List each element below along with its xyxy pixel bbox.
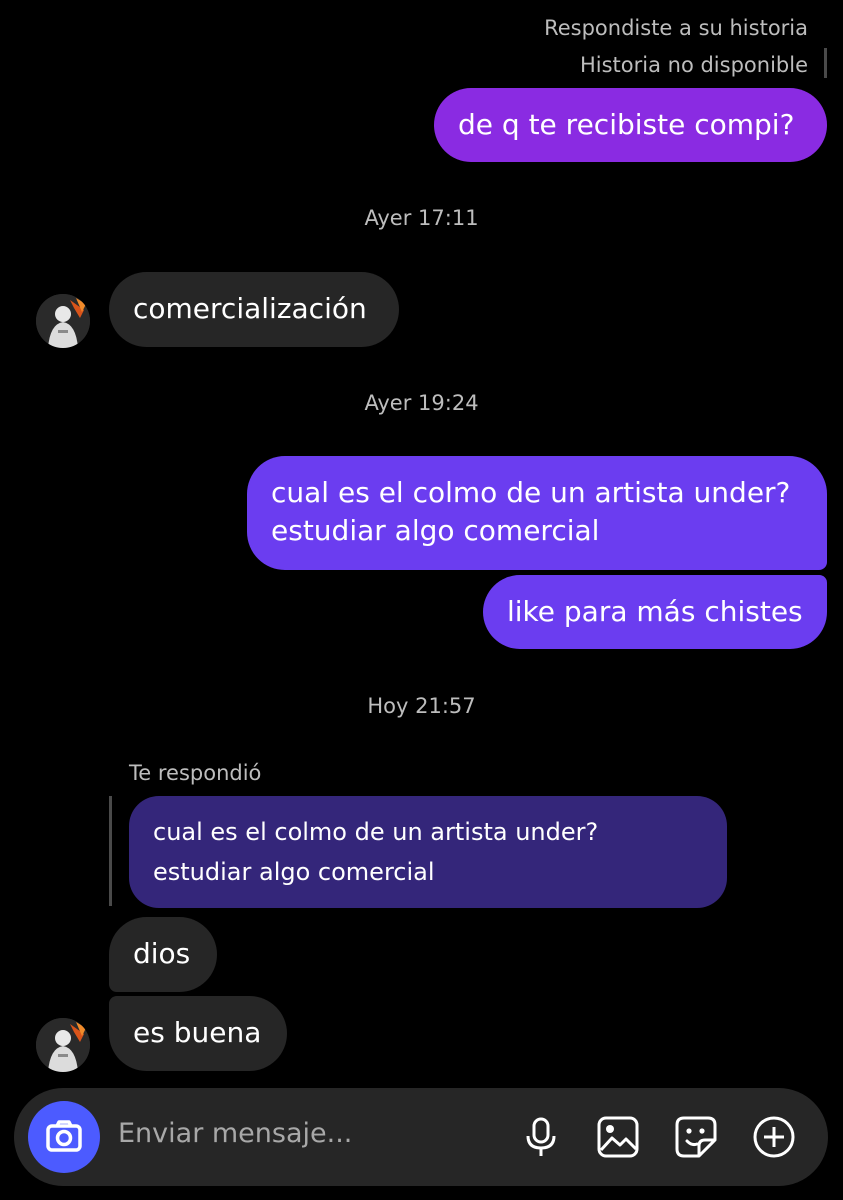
avatar-image: [36, 294, 90, 348]
camera-button[interactable]: [28, 1101, 100, 1173]
quoted-text-line: estudiar algo comercial: [153, 858, 435, 886]
sticker-icon: [675, 1116, 717, 1158]
microphone-button[interactable]: [518, 1114, 564, 1160]
message-text-line: cual es el colmo de un artista under?: [271, 476, 791, 509]
microphone-icon: [526, 1117, 556, 1156]
quoted-text-line: cual es el colmo de un artista under?: [153, 818, 599, 846]
timestamp: Hoy 21:57: [367, 694, 476, 718]
message-incoming[interactable]: es buena: [109, 996, 287, 1071]
story-reply-bar: [824, 48, 827, 78]
message-text: like para más chistes: [507, 595, 803, 628]
avatar-image: [36, 1018, 90, 1072]
sticker-button[interactable]: [673, 1114, 719, 1160]
avatar[interactable]: [36, 294, 90, 348]
camera-icon: [46, 1120, 82, 1152]
message-text-line: estudiar algo comercial: [271, 514, 600, 547]
message-input[interactable]: Enviar mensaje...: [118, 1118, 352, 1149]
quoted-message[interactable]: cual es el colmo de un artista under? es…: [129, 796, 727, 908]
message-incoming[interactable]: dios: [109, 917, 217, 992]
message-outgoing[interactable]: like para más chistes: [483, 575, 827, 649]
story-unavailable-label[interactable]: Historia no disponible: [580, 53, 808, 77]
gallery-button[interactable]: [595, 1114, 641, 1160]
story-reply-label: Respondiste a su historia: [544, 16, 808, 40]
message-composer: Enviar mensaje...: [14, 1088, 828, 1186]
message-incoming[interactable]: comercialización: [109, 272, 399, 347]
avatar[interactable]: [36, 1018, 90, 1072]
message-text: dios: [133, 937, 191, 970]
timestamp: Ayer 19:24: [364, 391, 479, 415]
message-text: comercialización: [133, 292, 367, 325]
more-button[interactable]: [751, 1114, 797, 1160]
message-outgoing[interactable]: de q te recibiste compi?: [434, 88, 827, 162]
timestamp: Ayer 17:11: [364, 206, 479, 230]
reply-quote-bar: [109, 796, 112, 906]
message-outgoing[interactable]: cual es el colmo de un artista under? es…: [247, 456, 827, 570]
message-text: de q te recibiste compi?: [458, 108, 795, 141]
reply-label: Te respondió: [129, 761, 262, 785]
gallery-icon: [597, 1116, 639, 1158]
message-text: es buena: [133, 1016, 262, 1049]
plus-icon: [753, 1116, 795, 1158]
